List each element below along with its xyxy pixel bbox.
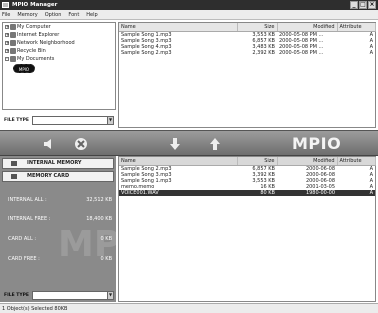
recycle-bin-icon [10,48,16,54]
player-file-type-label: FILE TYPE [4,293,29,298]
tree-item-recycle-bin[interactable]: + Recycle Bin [3,47,115,55]
file-size: 80 KB [237,189,277,196]
internal-memory-label: INTERNAL MEMORY [27,160,82,166]
internal-memory-button[interactable]: INTERNAL MEMORY [2,158,114,169]
table-row-selected[interactable]: VOICE001.WAV 80 KB 1980-00-00 A [119,189,375,196]
expand-icon[interactable]: + [5,33,9,37]
menu-help[interactable]: Help [86,12,97,18]
window-title: MPIO Manager [12,2,58,8]
chevron-down-icon[interactable]: ▼ [107,292,113,299]
tree-item-mpio[interactable]: MPIO [11,63,115,76]
tree-item-internet-explorer[interactable]: + Internet Explorer [3,31,115,39]
file-modified: 1980-00-00 [277,189,337,196]
memory-chip-icon [11,161,17,166]
tree-item-network[interactable]: + Network Neighborhood [3,39,115,47]
globe-icon [10,32,16,38]
tree-item-label: Network Neighborhood [17,40,75,46]
player-file-type-select[interactable]: ▼ [32,291,114,300]
stat-value: 0 KB [100,256,112,262]
stat-label: CARD ALL : [8,236,37,242]
menu-bar: File Memory Option Font Help [0,10,378,20]
internal-free-stat: INTERNAL FREE : 18,400 KB [8,215,112,223]
download-arrow-icon[interactable] [168,137,182,151]
upload-arrow-icon[interactable] [208,137,222,151]
tree-item-my-documents[interactable]: - My Documents [3,55,115,63]
memory-panel: INTERNAL MEMORY MEMORY CARD MPIO INTERNA… [0,156,164,302]
file-name: VOICE001.WAV [119,189,237,196]
chevron-down-icon[interactable]: ▼ [107,117,113,124]
status-bar: 1 Object(s) Selected 80KB [0,303,378,313]
column-header-modified[interactable]: Modified [277,157,338,166]
table-row[interactable]: Sample Song 2.mp3 2,392 KB 2000-05-08 PM… [119,50,375,56]
internal-all-stat: INTERNAL ALL : 32,512 KB [8,196,112,204]
title-bar: MPIO Manager _ □ × [0,0,378,10]
memory-card-icon [11,174,17,179]
column-header-size[interactable]: Size [237,23,278,32]
file-size: 2,392 KB [252,49,275,56]
card-all-stat: CARD ALL : 0 KB [8,235,112,243]
stat-label: CARD FREE : [8,256,40,262]
delete-icon[interactable] [74,137,88,151]
stat-value: 18,400 KB [86,216,112,222]
column-header-attribute[interactable]: Attribute [337,23,376,32]
column-header-name[interactable]: Name [119,157,238,166]
memory-card-button[interactable]: MEMORY CARD [2,171,114,182]
player-file-list[interactable]: Name Size Modified Attribute Sample Song… [118,156,376,302]
file-attribute: A [369,49,373,56]
file-name: Sample Song 2.mp3 [121,49,172,56]
stat-value: 0 KB [100,236,112,242]
pc-file-type-select[interactable]: ▼ [32,116,114,125]
expand-icon[interactable]: + [5,25,9,29]
folder-tree[interactable]: + My Computer + Internet Explorer + Netw… [2,22,116,110]
mpio-logo: MPIO [292,134,342,153]
network-icon [10,40,16,46]
stat-value: 32,512 KB [86,197,112,203]
folder-icon [10,56,16,62]
selected-folder-label[interactable]: MPIO [13,64,35,73]
tree-item-label: My Documents [17,56,55,62]
computer-icon [10,24,16,30]
tree-item-label: Internet Explorer [17,32,60,38]
stat-label: INTERNAL ALL : [8,197,47,203]
speaker-icon[interactable] [42,137,56,151]
column-header-size[interactable]: Size [237,157,278,166]
collapse-icon[interactable]: - [5,57,9,61]
memory-card-label: MEMORY CARD [27,173,70,179]
close-button[interactable]: × [368,1,376,9]
column-header-name[interactable]: Name [119,23,238,32]
stat-label: INTERNAL FREE : [8,216,51,222]
menu-memory[interactable]: Memory [17,12,37,18]
tree-item-my-computer[interactable]: + My Computer [3,23,115,31]
file-attribute: A [337,189,375,196]
pc-file-type-label: FILE TYPE [4,118,29,123]
minimize-button[interactable]: _ [350,1,358,9]
pc-file-list[interactable]: Name Size Modified Attribute Sample Song… [118,22,376,128]
menu-file[interactable]: File [2,12,10,18]
app-icon [2,2,9,8]
menu-option[interactable]: Option [45,12,62,18]
expand-icon[interactable]: + [5,49,9,53]
transfer-toolbar: MPIO [0,130,378,156]
tree-item-label: Recycle Bin [17,48,46,54]
maximize-button[interactable]: □ [359,1,367,9]
column-header-attribute[interactable]: Attribute [337,157,376,166]
status-text: 1 Object(s) Selected 80KB [2,306,68,312]
file-modified: 2000-05-08 PM ... [279,49,324,56]
card-free-stat: CARD FREE : 0 KB [8,255,112,263]
expand-icon[interactable]: + [5,41,9,45]
column-header-modified[interactable]: Modified [277,23,338,32]
menu-font[interactable]: Font [68,12,79,18]
tree-item-label: My Computer [17,24,51,30]
